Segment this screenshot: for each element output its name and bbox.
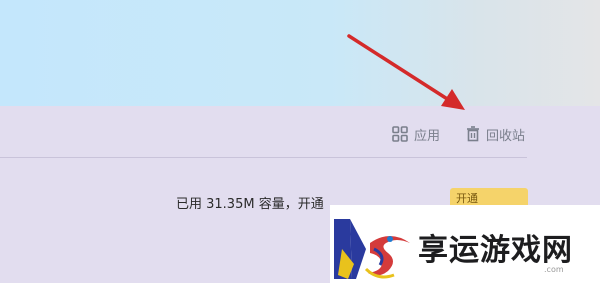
watermark-domain: .com (544, 265, 564, 274)
trash-icon (466, 126, 480, 142)
storage-usage-text: 已用 31.35M 容量，开通 (176, 197, 324, 212)
recycle-bin-label: 回收站 (486, 128, 526, 144)
watermark-text: 享运游戏网 (418, 233, 573, 268)
apps-button[interactable]: 应用 (392, 124, 440, 144)
recycle-bin-button[interactable]: 回收站 (466, 124, 525, 144)
apps-label: 应用 (414, 128, 441, 144)
site-watermark: 享运游戏网 .com (330, 205, 600, 283)
upgrade-label: 开通 (456, 192, 478, 205)
header-banner (0, 0, 600, 106)
toolbar-divider (0, 157, 527, 158)
grid-icon (392, 126, 408, 142)
site-logo-icon (334, 219, 410, 279)
